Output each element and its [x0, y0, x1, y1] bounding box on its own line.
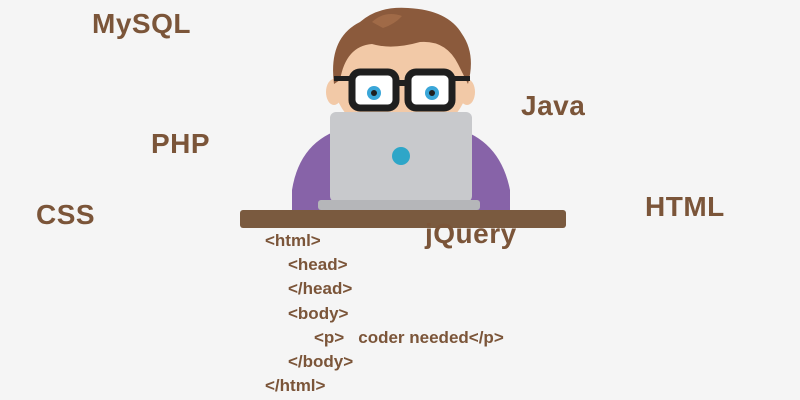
code-html-close: </html>: [265, 376, 326, 396]
tech-label-java: Java: [521, 90, 586, 121]
banner: MySQL PHP CSS Java HTML jQuery <html> <h…: [0, 0, 800, 400]
tech-label-mysql: MySQL: [92, 8, 191, 39]
code-paragraph-line: <p> coder needed</p>: [265, 326, 504, 350]
code-html-open: <html>: [265, 231, 321, 250]
desk: [240, 210, 566, 228]
tech-label-css: CSS: [36, 199, 96, 230]
code-head-close: </head>: [288, 279, 353, 299]
code-p-open: <p>: [314, 327, 345, 347]
code-head-open: <head>: [288, 255, 348, 275]
laptop-icon: [318, 112, 480, 210]
code-body-open: <body>: [288, 303, 349, 323]
tech-label-php: PHP: [151, 128, 211, 159]
code-body-close: </body>: [288, 351, 354, 371]
tech-label-html: HTML: [645, 191, 725, 222]
code-p-text: coder needed</p>: [358, 327, 504, 347]
code-snippet: <html> <head> </head> <body> <p> coder ne…: [265, 229, 504, 398]
